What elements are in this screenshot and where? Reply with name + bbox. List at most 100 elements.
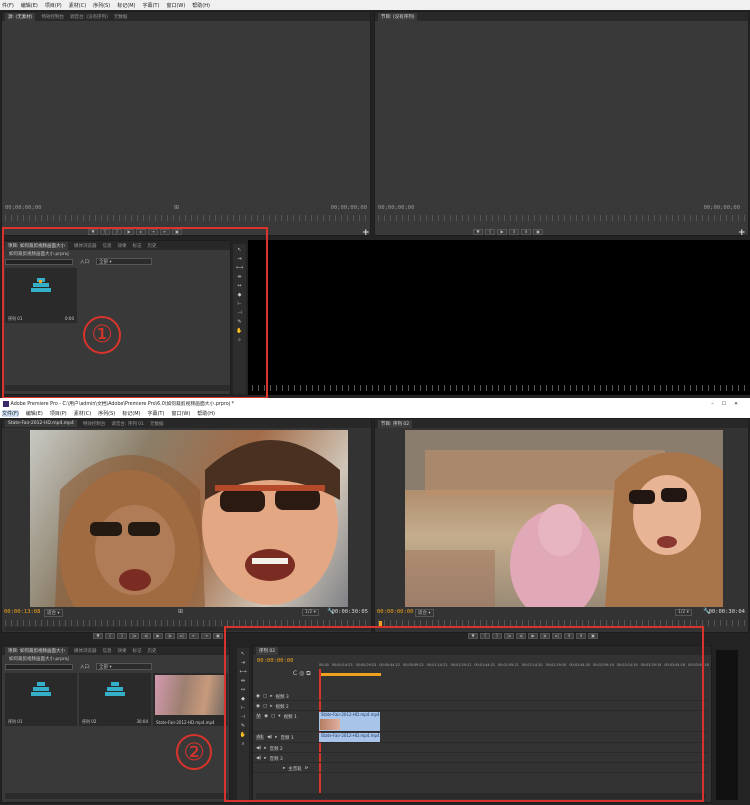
source-fit-select[interactable]: 适合 ▾ xyxy=(44,609,63,617)
tab-effect-controls[interactable]: 特效控制台 xyxy=(41,14,64,20)
bin-item-label: State-Fair-2012-HD.mp4.mp4 xyxy=(156,720,215,725)
menu-item[interactable]: 字幕(T) xyxy=(142,2,159,9)
extract-button[interactable]: ⇟ xyxy=(521,229,531,235)
menu-item[interactable]: 编辑(E) xyxy=(26,410,43,417)
audio-meter xyxy=(716,650,738,800)
menu-item[interactable]: 字幕(T) xyxy=(147,410,164,417)
project-bottom-bar xyxy=(5,793,228,799)
menu-item[interactable]: 编辑(E) xyxy=(21,2,38,9)
export-frame-button[interactable]: ▣ xyxy=(533,229,543,235)
mark-out-point-button[interactable]: } xyxy=(117,633,127,639)
source-ruler[interactable] xyxy=(5,215,367,221)
menu-item[interactable]: 序列(S) xyxy=(93,2,110,9)
program-fit-select[interactable]: 适合 ▾ xyxy=(415,609,434,617)
in-label: 入口: xyxy=(80,665,91,670)
bin-item-label: 序列 01 xyxy=(8,719,23,724)
premiere-logo-icon xyxy=(3,400,9,407)
step-forward-button[interactable]: |▸ xyxy=(165,633,175,639)
tab-metadata[interactable]: 元数据 xyxy=(150,421,164,427)
source-video-frame[interactable] xyxy=(30,430,348,607)
tab-media-browser[interactable]: 媒体浏览器 xyxy=(74,648,97,654)
safe-margins-icon[interactable]: ⊞ xyxy=(178,608,183,615)
overwrite-button[interactable]: ⇥ xyxy=(201,633,211,639)
source-tabs: 源: (无素材) 特效控制台 调音台: (没有序列) 元数据 xyxy=(2,12,370,21)
mark-in-button[interactable]: ▼ xyxy=(473,229,483,235)
project-panel: 项目: 如何裁剪视频画面大小 媒体浏览器 信息 效果 标记 历史 如何裁剪视频画… xyxy=(1,645,230,803)
mark-out-button[interactable]: { xyxy=(485,229,495,235)
window-title: Adobe Premiere Pro - C:\用户\admin\文档\Adob… xyxy=(10,402,234,407)
video-frame-people xyxy=(55,440,340,607)
menu-item[interactable]: 素材(C) xyxy=(74,410,91,417)
menu-item[interactable]: 项目(P) xyxy=(45,2,62,9)
tab-markers[interactable]: 标记 xyxy=(132,648,141,654)
timeline-area xyxy=(248,240,750,395)
tab-audio-mixer[interactable]: 调音台: (没有序列) xyxy=(70,14,108,20)
tab-source[interactable]: State-Fair-2012-HD.mp4.mp4 xyxy=(5,420,77,427)
insert-button[interactable]: ⇤ xyxy=(189,633,199,639)
menu-item[interactable]: 窗口(W) xyxy=(166,2,185,9)
tab-effects[interactable]: 效果 xyxy=(117,648,126,654)
in-select-value: 全部 xyxy=(99,665,108,670)
add-button-icon[interactable]: + xyxy=(362,228,370,238)
tab-metadata[interactable]: 元数据 xyxy=(114,14,128,20)
video-frame-people xyxy=(405,430,723,607)
tab-audio-mixer[interactable]: 调音台: 序列 01 xyxy=(111,421,144,427)
window-controls[interactable]: –☐✕ xyxy=(711,400,746,409)
source-timecode-right: 00:00:30:05 xyxy=(331,609,368,615)
lift-button[interactable]: ⇞ xyxy=(509,229,519,235)
fit-icon[interactable]: ⊞ xyxy=(174,204,179,211)
tab-effect-controls[interactable]: 特效控制台 xyxy=(83,421,106,427)
menu-item[interactable]: 帮助(H) xyxy=(197,410,215,417)
tab-info[interactable]: 信息 xyxy=(102,648,111,654)
sequence-icon xyxy=(31,682,51,700)
menu-item[interactable]: 标记(M) xyxy=(122,410,140,417)
export-frame-button[interactable]: ▣ xyxy=(213,633,223,639)
program-monitor-panel: 节目: 序列 02 00:00:00:00 适合 ▾ 1/2 ▾ 🔧 00:00… xyxy=(374,418,749,633)
bin-item[interactable]: 序列 02 30:04 xyxy=(79,673,151,726)
play-button[interactable]: ▶ xyxy=(497,229,507,235)
source-monitor-panel: State-Fair-2012-HD.mp4.mp4 特效控制台 调音台: 序列… xyxy=(1,418,372,633)
annotation-box-2 xyxy=(224,626,704,802)
source-ratio-select[interactable]: 1/2 ▾ xyxy=(302,609,319,616)
program-ruler[interactable] xyxy=(378,215,745,221)
annotation-box-1 xyxy=(2,227,268,398)
mark-in-point-button[interactable]: { xyxy=(105,633,115,639)
play-button[interactable]: ▶ xyxy=(153,633,163,639)
mark-in-button[interactable]: ▼ xyxy=(93,633,103,639)
tab-history[interactable]: 历史 xyxy=(147,648,156,654)
top-screenshot: 件(F) 编辑(E) 项目(P) 素材(C) 序列(S) 标记(M) 字幕(T)… xyxy=(0,0,750,398)
menu-item[interactable]: 序列(S) xyxy=(98,410,115,417)
program-ratio-select[interactable]: 1/2 ▾ xyxy=(675,609,692,616)
add-button-icon[interactable]: + xyxy=(738,228,746,238)
menu-item[interactable]: 素材(C) xyxy=(69,2,86,9)
bin-item[interactable]: State-Fair-2012-HD.mp4.mp4 xyxy=(153,673,228,726)
tab-source[interactable]: 源: (无素材) xyxy=(5,12,36,21)
menu-item[interactable]: 帮助(H) xyxy=(192,2,210,9)
menu-item[interactable]: 项目(P) xyxy=(50,410,67,417)
top-menu-bar: 件(F) 编辑(E) 项目(P) 素材(C) 序列(S) 标记(M) 字幕(T)… xyxy=(0,0,750,10)
search-input[interactable] xyxy=(5,664,73,670)
step-back-button[interactable]: ◂| xyxy=(141,633,151,639)
menu-item[interactable]: 文件(F) xyxy=(2,410,19,417)
tab-program[interactable]: 节目: (没有序列) xyxy=(378,12,418,21)
program-timecode-right: 00:00:30:04 xyxy=(708,609,745,615)
bin-item[interactable]: 序列 01 xyxy=(5,673,77,726)
program-monitor-panel: 节目: (没有序列) 00;00;00;00 00;00;00;00 xyxy=(374,11,749,236)
source-timecode-left: 00:00:13:08 xyxy=(4,609,41,615)
tab-program[interactable]: 节目: 序列 02 xyxy=(378,419,413,428)
bottom-menu-bar: 文件(F) 编辑(E) 项目(P) 素材(C) 序列(S) 标记(M) 字幕(T… xyxy=(0,409,750,418)
source-timecode-right: 00;00;00;00 xyxy=(330,205,367,211)
menu-item[interactable]: 件(F) xyxy=(2,2,14,9)
in-select[interactable]: 全部 ▾ xyxy=(96,663,152,670)
timeline-ruler[interactable] xyxy=(252,385,746,391)
tab-project[interactable]: 项目: 如何裁剪视频画面大小 xyxy=(5,646,68,655)
go-to-in-button[interactable]: |◂ xyxy=(129,633,139,639)
program-timecode-left: 00:00:00:00 xyxy=(377,609,414,615)
program-tabs: 节目: (没有序列) xyxy=(375,12,748,21)
annotation-marker-2: ② xyxy=(176,734,212,770)
menu-item[interactable]: 窗口(W) xyxy=(171,410,190,417)
program-tabs: 节目: 序列 02 xyxy=(375,419,748,428)
menu-item[interactable]: 标记(M) xyxy=(117,2,135,9)
program-video-frame[interactable] xyxy=(405,430,723,607)
go-to-out-button[interactable]: ▸| xyxy=(177,633,187,639)
